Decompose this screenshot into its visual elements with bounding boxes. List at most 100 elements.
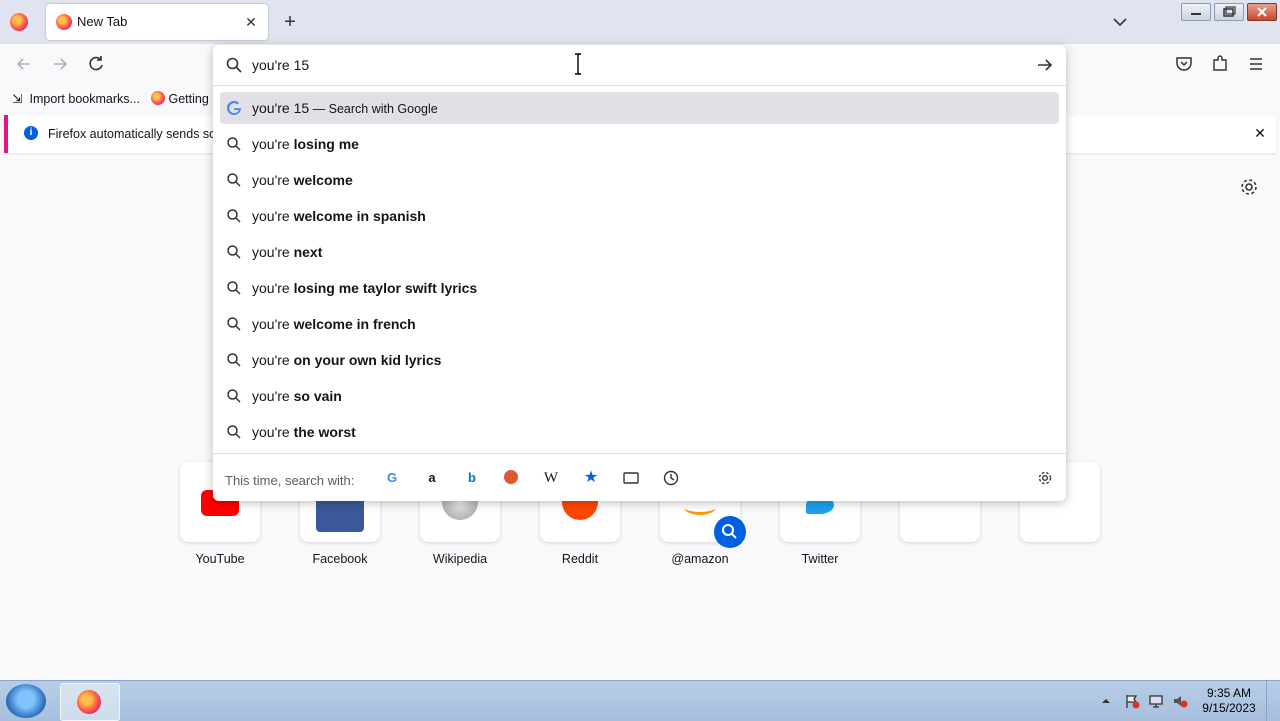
info-icon: i — [24, 126, 38, 140]
wikipedia-icon[interactable]: W — [543, 470, 559, 486]
suggestion-separator: — — [309, 102, 329, 116]
getting-started-bookmark[interactable]: Getting — [151, 91, 209, 106]
action-center-flag-icon[interactable] — [1124, 693, 1140, 709]
bing-icon[interactable]: b — [464, 470, 480, 486]
firefox-favicon-icon — [151, 91, 165, 105]
reload-icon[interactable] — [86, 54, 106, 74]
menu-icon[interactable] — [1246, 54, 1266, 74]
suggestion-text: you're losing me — [252, 136, 359, 152]
getting-started-label: Getting — [168, 92, 209, 106]
suggestion-completion: on your own kid lyrics — [293, 352, 442, 368]
network-icon[interactable] — [1148, 693, 1164, 709]
suggestion-text: you're so vain — [252, 388, 342, 404]
search-suggestion-row[interactable]: you're welcome — [220, 164, 1059, 196]
google-icon[interactable]: G — [384, 470, 400, 486]
suggestion-text: you're 15 — Search with Google — [252, 100, 438, 116]
suggestion-prefix: you're — [252, 352, 294, 368]
suggestion-prefix: you're — [252, 244, 294, 260]
search-icon — [227, 245, 241, 259]
search-settings-icon[interactable] — [1037, 470, 1053, 486]
suggestion-prefix: you're — [252, 280, 294, 296]
search-suggestion-row[interactable]: you're losing me — [220, 128, 1059, 160]
import-icon: ⇲ — [12, 92, 23, 106]
search-suggestion-row[interactable]: you're losing me taylor swift lyrics — [220, 272, 1059, 304]
notification-close-button[interactable]: ✕ — [1250, 123, 1270, 143]
top-site-label: Facebook — [312, 552, 368, 566]
import-bookmarks-item[interactable]: ⇲ Import bookmarks... — [12, 91, 140, 106]
start-button[interactable] — [6, 684, 46, 718]
search-suggestion-row[interactable]: you're on your own kid lyrics — [220, 344, 1059, 376]
windows-taskbar: 9:35 AM 9/15/2023 — [0, 680, 1280, 721]
search-icon — [226, 57, 242, 73]
list-all-tabs-icon[interactable] — [1110, 12, 1130, 32]
show-desktop-button[interactable] — [1266, 681, 1280, 721]
suggestion-completion: welcome — [293, 172, 353, 188]
suggestion-completion: so vain — [293, 388, 342, 404]
top-site-label: Wikipedia — [432, 552, 488, 566]
one-off-search-bar: This time, search with: G a b W ★ — [213, 453, 1066, 502]
go-arrow-icon[interactable] — [1035, 55, 1055, 75]
suggestion-completion: welcome in spanish — [293, 208, 426, 224]
suggestion-completion: losing me taylor swift lyrics — [293, 280, 478, 296]
suggestion-text: you're welcome in spanish — [252, 208, 426, 224]
clock-date: 9/15/2023 — [1202, 701, 1256, 715]
top-site-label: Twitter — [801, 552, 839, 566]
search-icon — [227, 137, 241, 151]
tab-new-tab[interactable]: New Tab ✕ — [46, 4, 268, 40]
search-suggestion-row[interactable]: you're the worst — [220, 416, 1059, 448]
urlbar-popup: you're 15 you're 15 — Search with Google… — [213, 45, 1066, 501]
search-icon — [227, 353, 241, 367]
show-hidden-icons-icon[interactable] — [1098, 693, 1114, 709]
new-tab-button[interactable]: + — [280, 12, 300, 32]
google-icon — [227, 101, 241, 116]
search-suggestion-row[interactable]: you're next — [220, 236, 1059, 268]
forward-icon[interactable] — [50, 54, 70, 74]
suggestion-completion: losing me — [293, 136, 359, 152]
suggestion-prefix: you're — [252, 388, 294, 404]
amazon-icon[interactable]: a — [424, 470, 440, 486]
firefox-view-icon[interactable] — [10, 13, 28, 31]
search-shortcut-badge — [714, 516, 746, 548]
tab-strip: New Tab ✕ + — [0, 0, 1280, 44]
window-restore-button[interactable] — [1214, 3, 1244, 21]
suggestion-completion: welcome in french — [293, 316, 416, 332]
window-minimize-button[interactable] — [1181, 3, 1211, 21]
suggestion-text: you're on your own kid lyrics — [252, 352, 441, 368]
amazon-icon — [684, 500, 716, 515]
tab-title: New Tab — [77, 14, 128, 29]
bookmarks-star-icon[interactable]: ★ — [583, 470, 599, 486]
search-icon — [227, 281, 241, 295]
extensions-icon[interactable] — [1210, 54, 1230, 74]
search-icon — [227, 173, 241, 187]
one-off-label: This time, search with: — [225, 473, 355, 488]
back-icon[interactable] — [14, 54, 34, 74]
suggestion-action: Search with Google — [328, 102, 438, 116]
search-suggestion-row[interactable]: you're welcome in french — [220, 308, 1059, 340]
top-site-label: @amazon — [671, 552, 729, 566]
suggestion-prefix: you're — [252, 172, 294, 188]
suggestion-text: you're welcome — [252, 172, 353, 188]
tabs-icon[interactable] — [623, 470, 639, 486]
search-suggestion-row[interactable]: you're so vain — [220, 380, 1059, 412]
suggestion-prefix: you're — [252, 136, 294, 152]
top-site-label: Reddit — [561, 552, 599, 566]
volume-muted-icon[interactable] — [1172, 693, 1188, 709]
firefox-icon — [77, 690, 101, 714]
clock[interactable]: 9:35 AM 9/15/2023 — [1200, 686, 1258, 716]
suggestion-prefix: you're — [252, 316, 294, 332]
newtab-settings-icon[interactable] — [1238, 176, 1260, 198]
pocket-icon[interactable] — [1174, 54, 1194, 74]
window-close-button[interactable] — [1247, 3, 1277, 21]
duckduckgo-icon[interactable] — [503, 470, 519, 486]
search-suggestion-row[interactable]: you're 15 — Search with Google — [220, 92, 1059, 124]
suggestion-completion: the worst — [293, 424, 356, 440]
search-suggestion-row[interactable]: you're welcome in spanish — [220, 200, 1059, 232]
tab-close-button[interactable]: ✕ — [241, 12, 261, 32]
search-icon — [227, 317, 241, 331]
taskbar-firefox-button[interactable] — [60, 683, 120, 721]
suggestion-text: you're next — [252, 244, 322, 260]
suggestion-text: you're welcome in french — [252, 316, 416, 332]
text-cursor-icon — [575, 53, 581, 75]
urlbar-input[interactable]: you're 15 — [213, 45, 1066, 86]
history-icon[interactable] — [663, 470, 679, 486]
